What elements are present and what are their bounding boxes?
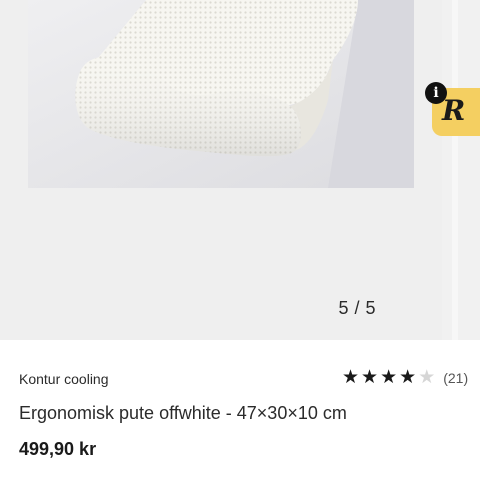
rating-count: (21) bbox=[443, 370, 469, 386]
product-image[interactable] bbox=[28, 0, 414, 188]
next-slide-peek[interactable] bbox=[452, 0, 480, 340]
gallery-slide[interactable]: 5 / 5 bbox=[0, 0, 442, 340]
product-gallery[interactable]: 5 / 5 bbox=[0, 0, 480, 340]
info-icon[interactable]: i bbox=[425, 82, 447, 104]
product-price: 499,90 kr bbox=[19, 439, 97, 459]
reseller-badge-icon: R bbox=[442, 94, 466, 127]
star-icon: ★ bbox=[342, 367, 360, 388]
pillow-illustration bbox=[28, 0, 414, 188]
product-title: Ergonomisk pute offwhite - 47×30×10 cm bbox=[19, 403, 347, 423]
star-icon: ★ bbox=[399, 367, 417, 388]
product-details: Kontur cooling ★ ★ ★ ★ ★ (21) Ergonomisk… bbox=[0, 340, 480, 480]
slide-counter: 5 / 5 bbox=[338, 298, 376, 318]
star-icon: ★ bbox=[418, 367, 436, 388]
star-icon: ★ bbox=[361, 367, 379, 388]
product-rating[interactable]: ★ ★ ★ ★ ★ (21) bbox=[342, 368, 468, 388]
star-icon: ★ bbox=[380, 367, 398, 388]
product-brand[interactable]: Kontur cooling bbox=[19, 371, 109, 387]
